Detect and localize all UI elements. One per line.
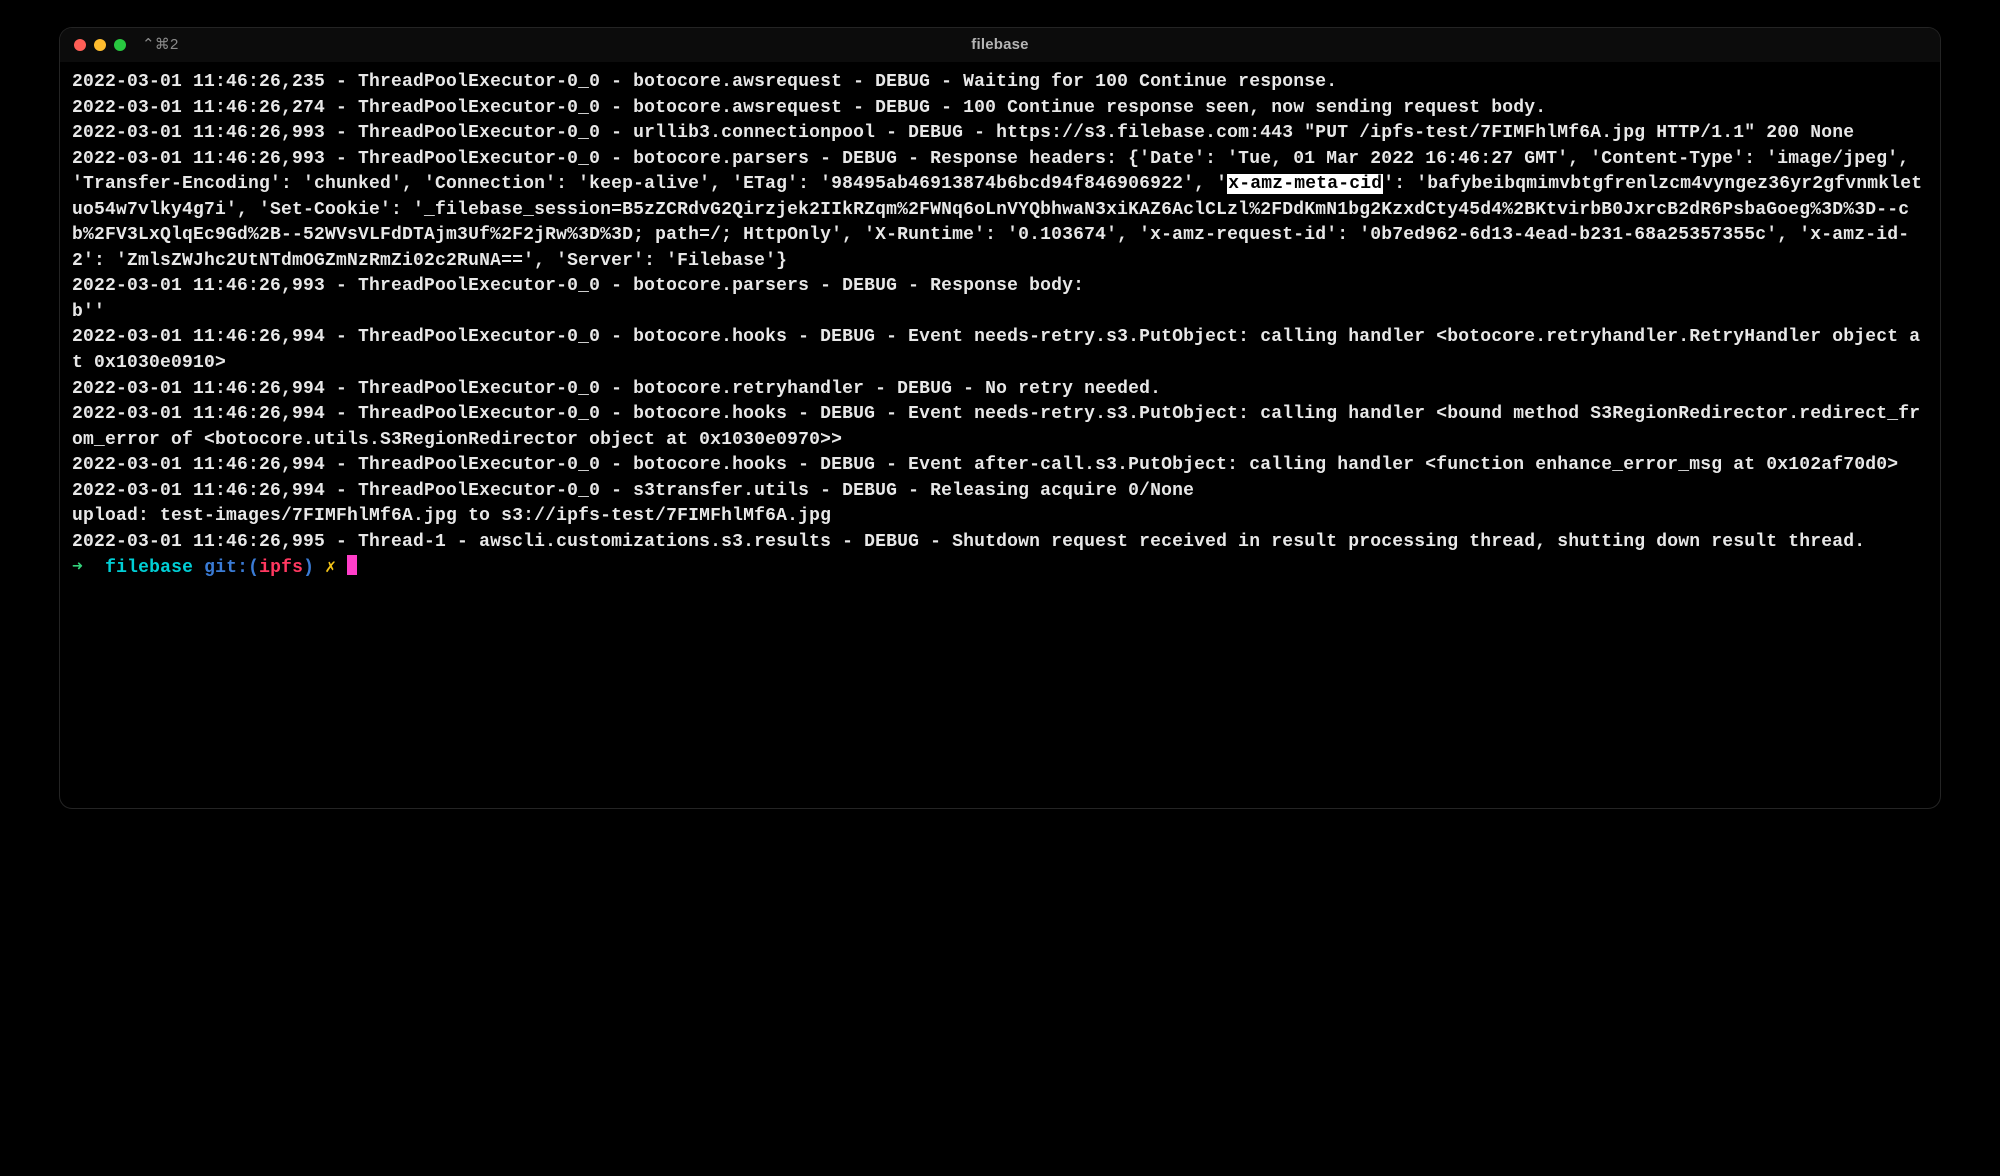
minimize-icon[interactable] (94, 39, 106, 51)
terminal-body[interactable]: 2022-03-01 11:46:26,235 - ThreadPoolExec… (60, 62, 1940, 808)
desktop-background: ⌃⌘2 filebase 2022-03-01 11:46:26,235 - T… (0, 0, 2000, 1176)
window-title: filebase (60, 34, 1940, 55)
highlighted-text: x-amz-meta-cid (1227, 174, 1383, 194)
zoom-icon[interactable] (114, 39, 126, 51)
tab-label[interactable]: ⌃⌘2 (142, 34, 192, 55)
prompt-git-branch: ipfs (259, 558, 303, 578)
prompt-cwd: filebase (105, 558, 193, 578)
log-after-highlight: ': 'bafybeibqmimvbtgfrenlzcm4vyngez36yr2… (72, 174, 1922, 552)
prompt-arrow-icon: ➜ (72, 558, 83, 578)
prompt-git-close: ) (303, 558, 314, 578)
prompt-git-label: git:( (204, 558, 259, 578)
close-icon[interactable] (74, 39, 86, 51)
window-controls (74, 39, 126, 51)
terminal-output: 2022-03-01 11:46:26,235 - ThreadPoolExec… (72, 70, 1928, 582)
titlebar: ⌃⌘2 filebase (60, 28, 1940, 62)
prompt-dirty-icon: ✗ (325, 558, 336, 578)
text-cursor (347, 555, 357, 575)
terminal-window: ⌃⌘2 filebase 2022-03-01 11:46:26,235 - T… (60, 28, 1940, 808)
